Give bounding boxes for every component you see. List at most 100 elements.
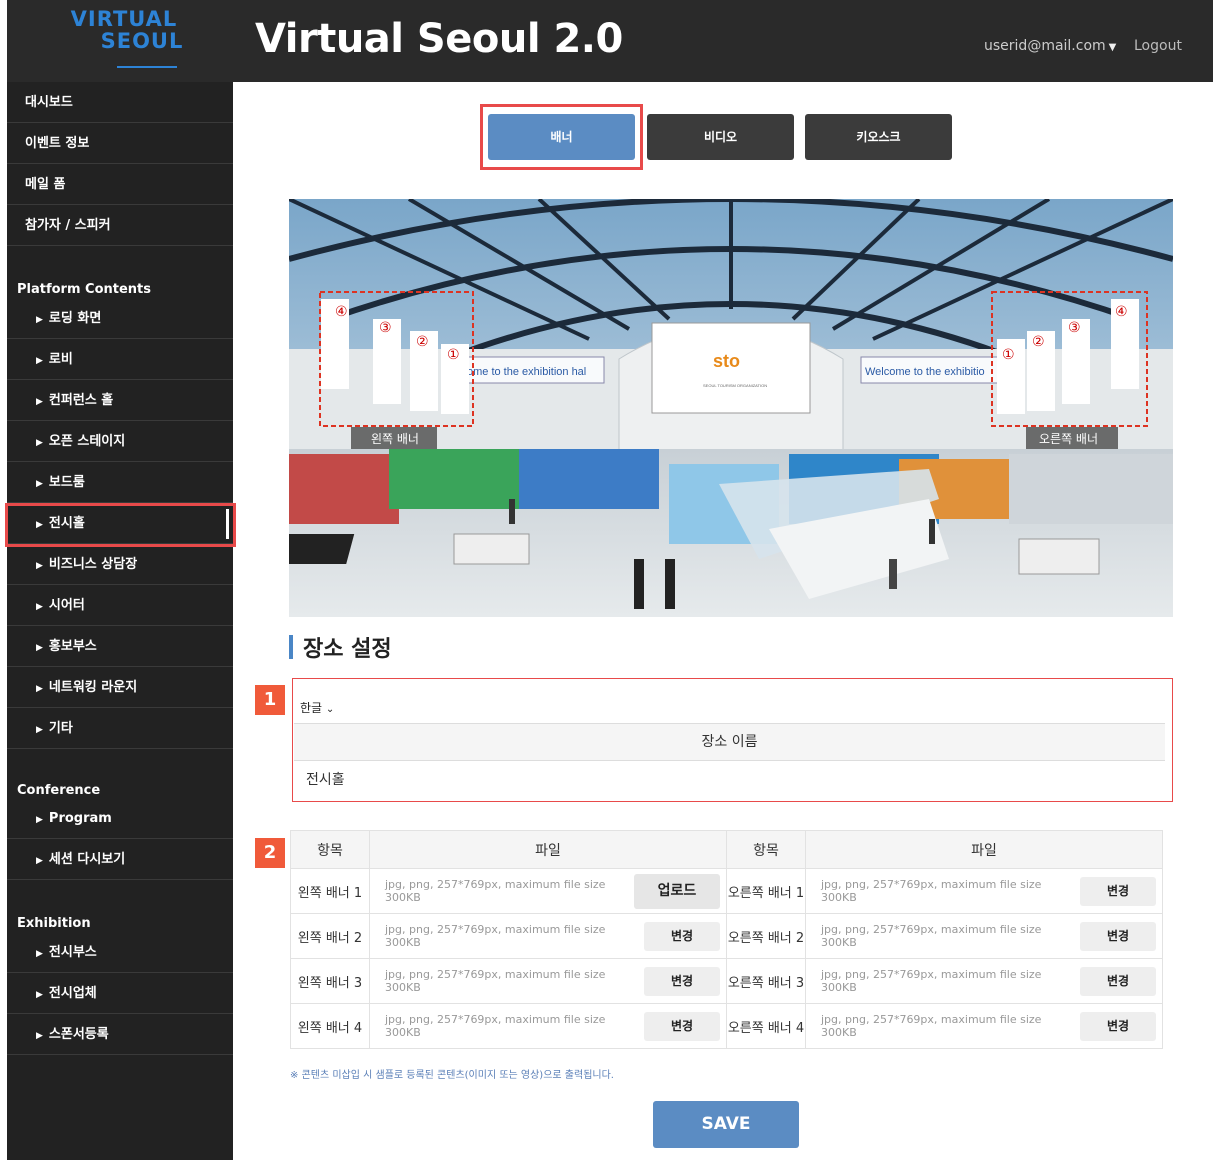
triangle-right-icon: ▶ — [36, 479, 43, 489]
sidebar-item-label: 시어터 — [48, 598, 85, 613]
logo-underline — [117, 66, 177, 68]
file-hint: jpg, png, 257*769px, maximum file size 3… — [821, 968, 1042, 994]
logo-line1: VIRTUAL — [70, 7, 178, 31]
triangle-right-icon: ▶ — [36, 1031, 43, 1041]
change-button[interactable]: 변경 — [644, 1012, 720, 1041]
sidebar-section-conference: Conference — [17, 783, 101, 798]
change-button[interactable]: 변경 — [1080, 967, 1156, 996]
sidebar-item-label: Program — [48, 811, 112, 826]
sidebar-item-sponsors[interactable]: ▶ 스폰서등록 — [7, 1014, 233, 1055]
sidebar-item-exhibitors[interactable]: ▶ 전시업체 — [7, 973, 233, 1014]
triangle-right-icon: ▶ — [36, 949, 43, 959]
left-banner-4-label: 왼쪽 배너 4 — [290, 1003, 370, 1049]
change-button[interactable]: 변경 — [1080, 877, 1156, 906]
sidebar-item-lobby[interactable]: ▶ 로비 — [7, 339, 233, 380]
sidebar-item-dashboard[interactable]: 대시보드 — [7, 82, 233, 123]
right-banner-4-file: jpg, png, 257*769px, maximum file size 3… — [805, 1003, 1163, 1049]
language-value: 한글 — [300, 701, 323, 715]
virtual-seoul-logo[interactable]: VIRTUAL SEOUL — [59, 8, 189, 74]
sidebar-item-loading[interactable]: ▶ 로딩 화면 — [7, 298, 233, 339]
top-header: VIRTUAL SEOUL Virtual Seoul 2.0 userid@m… — [7, 0, 1213, 82]
sidebar-section-exhibition: Exhibition — [17, 916, 91, 931]
file-hint: jpg, png, 257*769px, maximum file size 3… — [385, 923, 606, 949]
triangle-right-icon: ▶ — [36, 725, 43, 735]
sidebar-item-networking[interactable]: ▶ 네트워킹 라운지 — [7, 667, 233, 708]
sidebar-item-promo-booth[interactable]: ▶ 홍보부스 — [7, 626, 233, 667]
step-badge-1: 1 — [255, 685, 285, 715]
chevron-down-icon: ▼ — [1108, 42, 1117, 53]
file-hint: jpg, png, 257*769px, maximum file size 3… — [385, 1013, 606, 1039]
sidebar-item-label: 전시부스 — [48, 945, 97, 960]
svg-text:④: ④ — [335, 304, 348, 320]
left-screen-text: ome to the exhibition hal — [467, 366, 586, 378]
logout-link[interactable]: Logout — [1134, 38, 1182, 54]
hall-illustration: ome to the exhibition hal Welcome to the… — [289, 199, 1173, 617]
triangle-right-icon: ▶ — [36, 643, 43, 653]
sidebar-item-label: 세션 다시보기 — [48, 852, 126, 867]
sidebar-item-participants[interactable]: 참가자 / 스피커 — [7, 205, 233, 246]
location-name-value[interactable]: 전시홀 — [306, 769, 345, 789]
language-select[interactable]: 한글 ⌄ — [300, 699, 334, 716]
logo-line2: SEOUL — [100, 29, 184, 53]
sidebar-item-program[interactable]: ▶ Program — [7, 798, 233, 839]
triangle-right-icon: ▶ — [36, 602, 43, 612]
file-hint: jpg, png, 257*769px, maximum file size 3… — [385, 878, 606, 904]
sidebar-item-mail-form[interactable]: 메일 폼 — [7, 164, 233, 205]
change-button[interactable]: 변경 — [1080, 1012, 1156, 1041]
sidebar-item-business[interactable]: ▶ 비즈니스 상담장 — [7, 544, 233, 585]
left-banner-4-file: jpg, png, 257*769px, maximum file size 3… — [369, 1003, 727, 1049]
chevron-down-icon: ⌄ — [325, 704, 335, 715]
save-button[interactable]: SAVE — [653, 1101, 799, 1148]
file-hint: jpg, png, 257*769px, maximum file size 3… — [821, 878, 1042, 904]
sidebar-item-booth[interactable]: ▶ 전시부스 — [7, 932, 233, 973]
triangle-right-icon: ▶ — [36, 561, 43, 571]
tab-banner[interactable]: 배너 — [488, 114, 635, 160]
user-email: userid@mail.com — [984, 38, 1106, 54]
right-banner-1-file: jpg, png, 257*769px, maximum file size 3… — [805, 868, 1163, 914]
triangle-right-icon: ▶ — [36, 397, 43, 407]
svg-text:④: ④ — [1115, 304, 1128, 320]
left-banner-label: 왼쪽 배너 — [371, 432, 419, 446]
sidebar-item-label: 오픈 스테이지 — [48, 434, 126, 449]
svg-text:①: ① — [1002, 347, 1015, 363]
app-title: Virtual Seoul 2.0 — [255, 16, 623, 62]
left-banner-1-file: jpg, png, 257*769px, maximum file size 3… — [369, 868, 727, 914]
sidebar-item-label: 컨퍼런스 홀 — [48, 393, 114, 408]
sidebar-item-label: 비즈니스 상담장 — [48, 557, 138, 572]
upload-button[interactable]: 업로드 — [634, 874, 720, 909]
change-button[interactable]: 변경 — [644, 967, 720, 996]
location-name-header: 장소 이름 — [294, 723, 1165, 761]
table-row: 왼쪽 배너 3 jpg, png, 257*769px, maximum fil… — [290, 958, 1163, 1004]
left-banner-2-file: jpg, png, 257*769px, maximum file size 3… — [369, 913, 727, 959]
table-row: 왼쪽 배너 2 jpg, png, 257*769px, maximum fil… — [290, 913, 1163, 959]
change-button[interactable]: 변경 — [644, 922, 720, 951]
user-menu[interactable]: userid@mail.com ▼ — [984, 38, 1116, 54]
sto-logo-sub: SEOUL TOURISM ORGANIZATION — [703, 383, 767, 388]
table-row: 왼쪽 배너 4 jpg, png, 257*769px, maximum fil… — [290, 1003, 1163, 1049]
sidebar-item-label: 보드룸 — [48, 475, 85, 490]
sidebar-item-theater[interactable]: ▶ 시어터 — [7, 585, 233, 626]
step-badge-2: 2 — [255, 838, 285, 868]
file-hint: jpg, png, 257*769px, maximum file size 3… — [821, 923, 1042, 949]
right-banner-2-label: 오른쪽 배너 2 — [726, 913, 806, 959]
sidebar-item-open-stage[interactable]: ▶ 오픈 스테이지 — [7, 421, 233, 462]
svg-text:①: ① — [447, 347, 460, 363]
sidebar-item-conference-hall[interactable]: ▶ 컨퍼런스 홀 — [7, 380, 233, 421]
tab-video[interactable]: 비디오 — [647, 114, 794, 160]
table-row: 왼쪽 배너 1 jpg, png, 257*769px, maximum fil… — [290, 868, 1163, 914]
right-banner-3-file: jpg, png, 257*769px, maximum file size 3… — [805, 958, 1163, 1004]
col-header-item: 항목 — [290, 830, 370, 869]
sidebar-item-event-info[interactable]: 이벤트 정보 — [7, 123, 233, 164]
sidebar-item-session-replay[interactable]: ▶ 세션 다시보기 — [7, 839, 233, 880]
sidebar-item-label: 기타 — [48, 721, 73, 736]
sidebar-item-boardroom[interactable]: ▶ 보드룸 — [7, 462, 233, 503]
right-screen-text: Welcome to the exhibitio — [865, 366, 985, 378]
tab-kiosk[interactable]: 키오스크 — [805, 114, 952, 160]
triangle-right-icon: ▶ — [36, 815, 43, 825]
left-banner-1-label: 왼쪽 배너 1 — [290, 868, 370, 914]
sidebar-item-etc[interactable]: ▶ 기타 — [7, 708, 233, 749]
change-button[interactable]: 변경 — [1080, 922, 1156, 951]
sidebar: 대시보드 이벤트 정보 메일 폼 참가자 / 스피커 Platform Cont… — [7, 82, 233, 1160]
triangle-right-icon: ▶ — [36, 438, 43, 448]
right-banner-2-file: jpg, png, 257*769px, maximum file size 3… — [805, 913, 1163, 959]
